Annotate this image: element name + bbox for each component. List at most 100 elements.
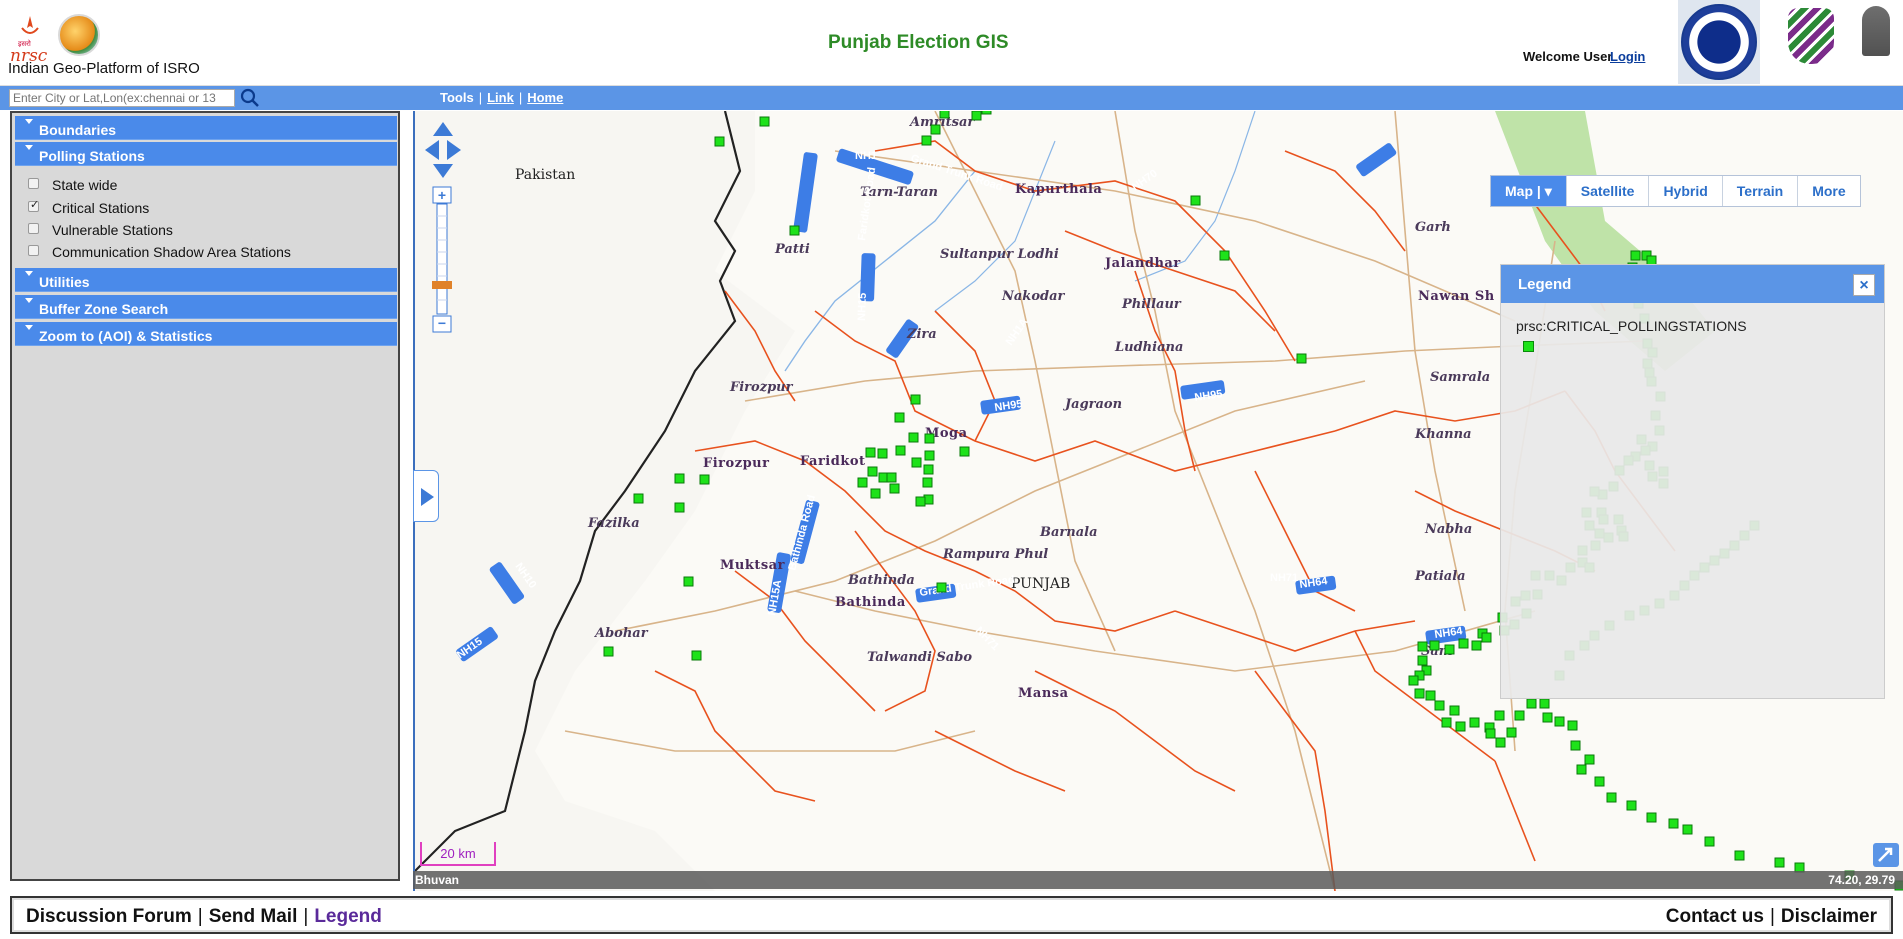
polling-station-marker[interactable] bbox=[1471, 640, 1482, 651]
polling-station-marker[interactable] bbox=[1584, 754, 1595, 765]
polling-station-marker[interactable] bbox=[1458, 638, 1469, 649]
disclaimer-link[interactable]: Disclaimer bbox=[1781, 906, 1877, 927]
polling-station-marker[interactable] bbox=[930, 124, 941, 135]
polling-station-marker[interactable] bbox=[1630, 250, 1641, 261]
polling-station-marker[interactable] bbox=[674, 502, 685, 513]
map-type-map[interactable]: Map | ▾ bbox=[1491, 176, 1567, 206]
polling-station-marker[interactable] bbox=[1646, 812, 1657, 823]
polling-station-marker[interactable] bbox=[857, 477, 868, 488]
map-canvas[interactable]: Pakistan PUNJAB Amritsar Tarn-Taran Kapurtha… bbox=[413, 111, 1903, 891]
section-utilities[interactable]: Utilities bbox=[15, 268, 397, 292]
polling-station-marker[interactable] bbox=[683, 576, 694, 587]
polling-station-marker[interactable] bbox=[924, 450, 935, 461]
pan-control[interactable] bbox=[423, 120, 463, 182]
polling-station-marker[interactable] bbox=[922, 477, 933, 488]
polling-station-marker[interactable] bbox=[889, 483, 900, 494]
map-type-hybrid[interactable]: Hybrid bbox=[1649, 176, 1723, 206]
zoom-out-icon[interactable]: − bbox=[438, 315, 446, 331]
polling-station-marker[interactable] bbox=[1704, 836, 1715, 847]
polling-station-marker[interactable] bbox=[633, 493, 644, 504]
pan-up-icon[interactable] bbox=[433, 122, 453, 136]
polling-station-marker[interactable] bbox=[895, 445, 906, 456]
polling-station-marker[interactable] bbox=[1190, 195, 1201, 206]
pan-left-icon[interactable] bbox=[425, 140, 439, 160]
polling-station-marker[interactable] bbox=[1668, 818, 1679, 829]
polling-station-marker[interactable] bbox=[1417, 641, 1428, 652]
map-type-satellite[interactable]: Satellite bbox=[1567, 176, 1650, 206]
map-type-terrain[interactable]: Terrain bbox=[1723, 176, 1799, 206]
polling-station-marker[interactable] bbox=[1455, 721, 1466, 732]
polling-station-marker[interactable] bbox=[603, 646, 614, 657]
polling-station-marker[interactable] bbox=[921, 135, 932, 146]
pan-down-icon[interactable] bbox=[433, 164, 453, 178]
send-mail-link[interactable]: Send Mail bbox=[209, 906, 298, 927]
critical-stations-checkbox[interactable] bbox=[28, 198, 39, 212]
polling-station-marker[interactable] bbox=[959, 446, 970, 457]
polling-station-marker[interactable] bbox=[894, 412, 905, 423]
expand-icon[interactable] bbox=[1873, 843, 1899, 867]
polling-station-marker[interactable] bbox=[1526, 698, 1537, 709]
polling-station-marker[interactable] bbox=[1495, 737, 1506, 748]
search-input[interactable] bbox=[9, 89, 235, 107]
polling-station-marker[interactable] bbox=[1408, 675, 1419, 686]
section-buffer-zone-search[interactable]: Buffer Zone Search bbox=[15, 295, 397, 319]
polling-station-marker[interactable] bbox=[939, 111, 950, 119]
map-type-more[interactable]: More bbox=[1798, 176, 1859, 206]
polling-station-marker[interactable] bbox=[1594, 776, 1605, 787]
polling-station-marker[interactable] bbox=[971, 111, 982, 121]
tools-menu[interactable]: Tools bbox=[440, 90, 474, 105]
polling-station-marker[interactable] bbox=[674, 473, 685, 484]
state-wide-checkbox[interactable] bbox=[28, 178, 39, 189]
home-link[interactable]: Home bbox=[527, 90, 563, 105]
polling-station-marker[interactable] bbox=[1449, 705, 1460, 716]
communication-shadow-checkbox[interactable] bbox=[28, 245, 39, 256]
search-icon[interactable] bbox=[239, 88, 261, 108]
section-polling-stations[interactable]: Polling Stations bbox=[15, 142, 397, 166]
polling-station-marker[interactable] bbox=[1434, 700, 1445, 711]
polling-station-marker[interactable] bbox=[1626, 800, 1637, 811]
polling-station-marker[interactable] bbox=[911, 457, 922, 468]
polling-station-marker[interactable] bbox=[865, 447, 876, 458]
polling-station-marker[interactable] bbox=[1219, 250, 1230, 261]
polling-station-marker[interactable] bbox=[1469, 717, 1480, 728]
polling-station-marker[interactable] bbox=[924, 433, 935, 444]
zoom-slider[interactable]: + − bbox=[432, 186, 452, 334]
polling-station-marker[interactable] bbox=[1774, 857, 1785, 868]
polling-station-marker[interactable] bbox=[1417, 655, 1428, 666]
polling-station-marker[interactable] bbox=[1494, 710, 1505, 721]
polling-station-marker[interactable] bbox=[867, 466, 878, 477]
polling-station-marker[interactable] bbox=[1444, 644, 1455, 655]
polling-station-marker[interactable] bbox=[908, 432, 919, 443]
discussion-forum-link[interactable]: Discussion Forum bbox=[26, 906, 192, 927]
polling-station-marker[interactable] bbox=[1576, 764, 1587, 775]
polling-station-marker[interactable] bbox=[1567, 720, 1578, 731]
polling-station-marker[interactable] bbox=[1425, 690, 1436, 701]
polling-station-marker[interactable] bbox=[910, 394, 921, 405]
polling-station-marker[interactable] bbox=[870, 488, 881, 499]
isro-logo[interactable]: इसरो nrsc Indian Geo-Platform of ISRO bbox=[4, 10, 234, 80]
polling-station-marker[interactable] bbox=[1606, 792, 1617, 803]
polling-station-marker[interactable] bbox=[714, 136, 725, 147]
polling-station-marker[interactable] bbox=[1734, 850, 1745, 861]
polling-station-marker[interactable] bbox=[1542, 712, 1553, 723]
polling-station-marker[interactable] bbox=[759, 116, 770, 127]
polling-station-marker[interactable] bbox=[1570, 740, 1581, 751]
polling-station-marker[interactable] bbox=[691, 650, 702, 661]
close-icon[interactable]: × bbox=[1853, 274, 1875, 296]
polling-station-marker[interactable] bbox=[1539, 698, 1550, 709]
polling-station-marker[interactable] bbox=[1481, 632, 1492, 643]
polling-station-marker[interactable] bbox=[1506, 727, 1517, 738]
polling-station-marker[interactable] bbox=[886, 472, 897, 483]
section-boundaries[interactable]: Boundaries bbox=[15, 116, 397, 140]
polling-station-marker[interactable] bbox=[699, 474, 710, 485]
polling-station-marker[interactable] bbox=[1441, 717, 1452, 728]
pan-right-icon[interactable] bbox=[447, 140, 461, 160]
zoom-handle[interactable] bbox=[432, 281, 452, 289]
vulnerable-stations-checkbox[interactable] bbox=[28, 223, 39, 234]
polling-station-marker[interactable] bbox=[1429, 640, 1440, 651]
polling-station-marker[interactable] bbox=[936, 582, 947, 593]
zoom-in-icon[interactable]: + bbox=[438, 187, 446, 203]
legend-link[interactable]: Legend bbox=[314, 906, 382, 927]
polling-station-marker[interactable] bbox=[877, 448, 888, 459]
polling-station-marker[interactable] bbox=[981, 111, 992, 115]
